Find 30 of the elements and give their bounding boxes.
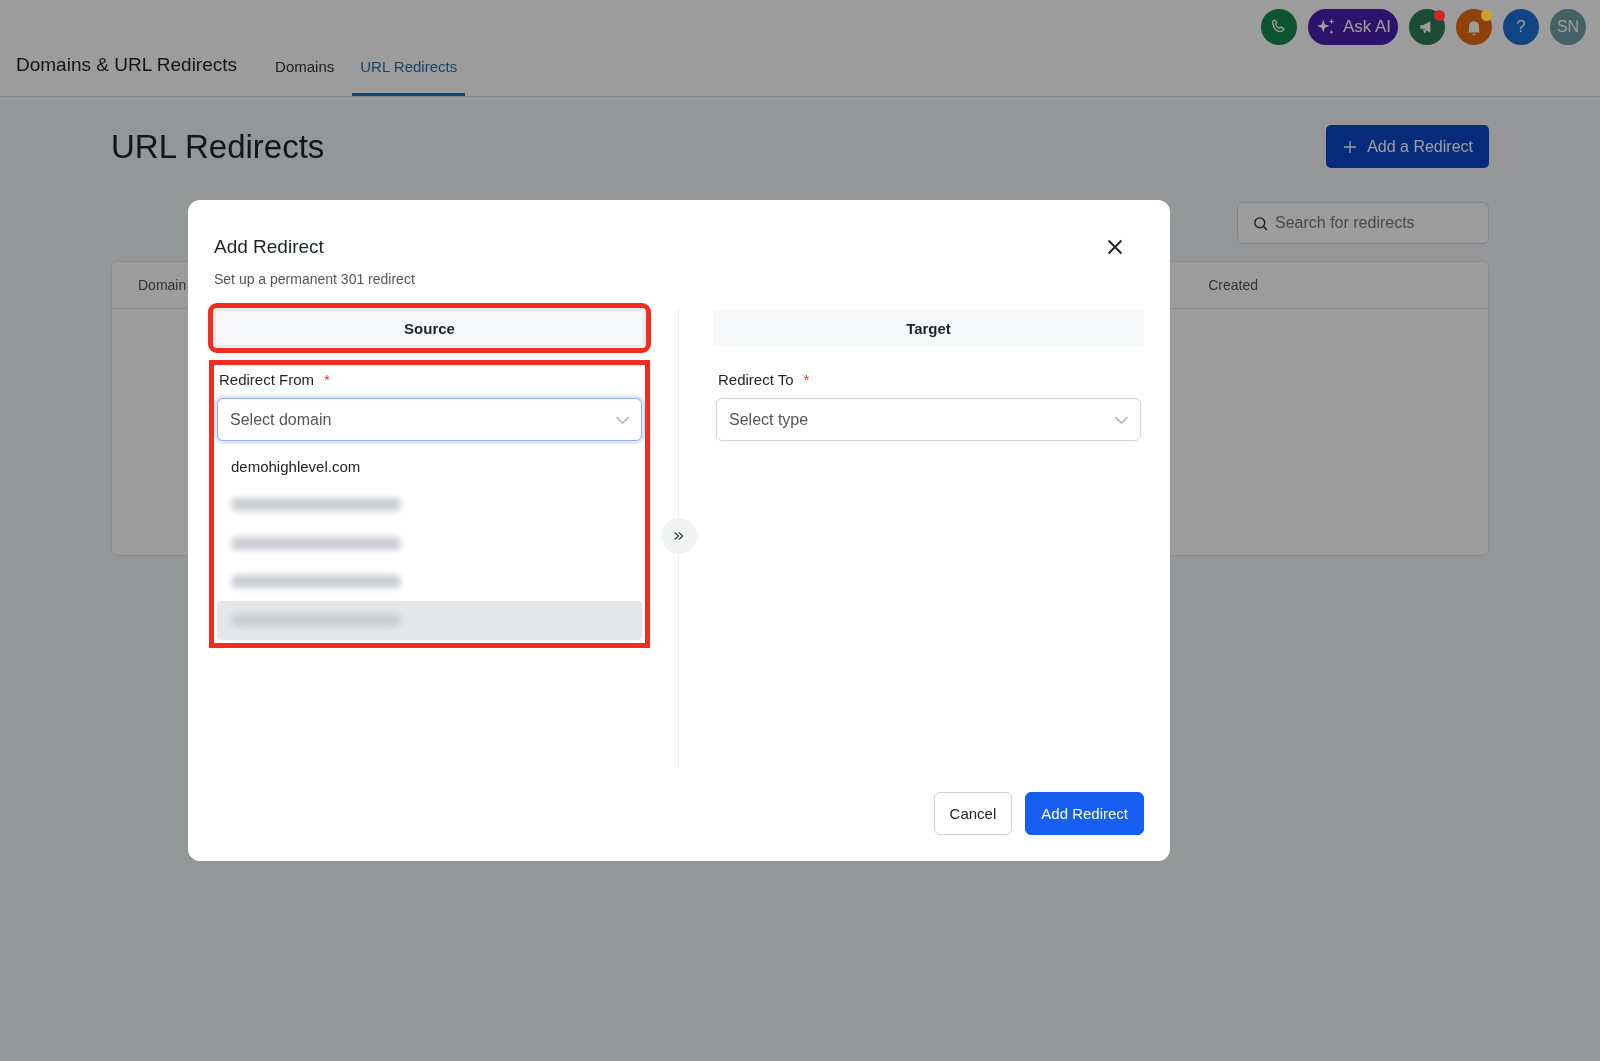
chevron-down-icon [1115,415,1128,424]
plus-icon [1342,138,1359,155]
search-field[interactable]: Search for redirects [1237,202,1489,244]
phone-button[interactable] [1261,9,1297,45]
select-field[interactable]: Select domain [217,398,642,441]
required-mark: * [324,371,330,388]
search-icon [1252,214,1269,232]
app-title: Domains & URL Redirects [16,54,238,77]
section-header: Target [713,309,1144,347]
dropdown-option[interactable]: demohighlevel.com [217,447,642,486]
nav-tab[interactable]: URL Redirects [352,58,466,96]
bell-button[interactable] [1456,9,1492,45]
submit-button[interactable]: Add Redirect [1025,792,1144,835]
page-title: URL Redirects [111,127,325,166]
megaphone-button[interactable] [1409,9,1445,45]
nav-tab[interactable]: Domains [267,58,343,96]
add-redirect-button[interactable]: Add a Redirect [1326,125,1489,168]
modal-title: Add Redirect [214,236,325,258]
field-label: Redirect To [718,371,794,388]
cancel-button[interactable]: Cancel [933,792,1013,835]
ask-ai-button[interactable]: Ask AI [1308,9,1398,45]
chevron-down-icon [616,415,629,424]
modal-subtitle: Set up a permanent 301 redirect [214,271,415,287]
required-mark: * [803,371,810,388]
column-header: Created [1208,277,1258,293]
help-button[interactable]: ? [1503,9,1539,45]
transfer-button[interactable] [661,517,697,554]
select-field[interactable]: Select type [716,398,1141,441]
field-label: Redirect From [219,371,315,388]
column-header: Domain [138,277,187,293]
